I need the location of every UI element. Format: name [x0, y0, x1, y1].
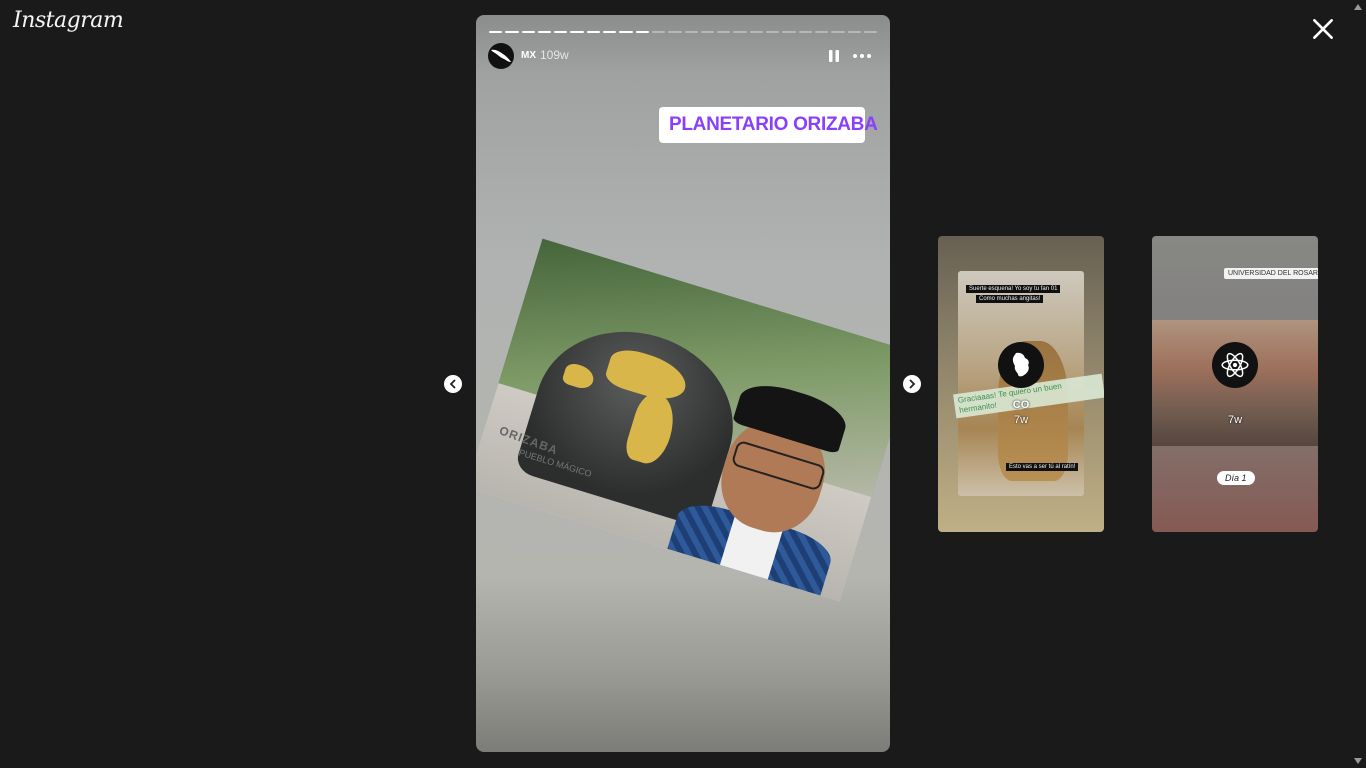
- pause-icon: [829, 50, 839, 62]
- close-button[interactable]: [1310, 16, 1336, 42]
- progress-segment: [505, 31, 519, 33]
- progress-segment: [489, 31, 503, 33]
- chevron-left-icon: [449, 379, 456, 389]
- progress-segment: [733, 31, 747, 33]
- scroll-up-arrow[interactable]: [1354, 4, 1362, 10]
- progress-segment: [603, 31, 617, 33]
- story-header: MX 109w: [488, 43, 878, 69]
- progress-segment: [635, 31, 649, 33]
- story-preview-2[interactable]: UNIVERSIDAD DEL ROSARIO 7w Día 1: [1152, 236, 1318, 532]
- progress-segment: [766, 31, 780, 33]
- progress-segment: [684, 31, 698, 33]
- avatar: [1212, 342, 1258, 388]
- progress-segment: [700, 31, 715, 33]
- more-icon: [853, 54, 871, 58]
- colombia-silhouette-icon: [1012, 352, 1029, 377]
- progress-segment: [863, 31, 878, 33]
- progress-segment: [814, 31, 829, 33]
- next-story-button[interactable]: [903, 375, 921, 393]
- preview-timestamp: 7w: [1013, 414, 1029, 426]
- chevron-right-icon: [909, 379, 916, 389]
- preview-timestamp: 7w: [1227, 414, 1243, 426]
- progress-segment: [570, 31, 584, 33]
- progress-segment: [717, 31, 731, 33]
- progress-segment: [831, 31, 845, 33]
- story-preview-1[interactable]: Suerte esquena! Yo soy tu fan 01 Como mu…: [938, 236, 1104, 532]
- progress-segment: [651, 31, 666, 33]
- story-username[interactable]: MX: [521, 50, 536, 61]
- story-photo: ORIZABA PUEBLO MÁGICO: [476, 238, 890, 602]
- previous-story-button[interactable]: [444, 375, 462, 393]
- progress-segment: [668, 31, 682, 33]
- location-sticker[interactable]: PLANETARIO ORIZABA: [659, 107, 878, 143]
- story-timestamp: 109w: [540, 48, 569, 62]
- instagram-logo[interactable]: Instagram: [13, 8, 124, 33]
- avatar[interactable]: [488, 43, 514, 69]
- story-viewer[interactable]: MX 109w PLANETARIO ORIZABA ORIZABA PUEBL…: [476, 15, 890, 752]
- progress-segment: [749, 31, 764, 33]
- progress-segment: [782, 31, 796, 33]
- more-options-button[interactable]: [852, 48, 872, 64]
- atom-icon: [1221, 352, 1249, 378]
- progress-segment: [619, 31, 633, 33]
- story-progress-bar: [489, 31, 878, 33]
- progress-segment: [798, 31, 812, 33]
- pause-button[interactable]: [826, 48, 842, 64]
- continent-shape: [561, 361, 597, 392]
- progress-segment: [521, 31, 535, 33]
- location-label: PLANETARIO ORIZABA: [669, 114, 878, 135]
- progress-segment: [847, 31, 861, 33]
- progress-segment: [586, 31, 601, 33]
- close-icon: [1313, 19, 1333, 39]
- progress-segment: [537, 31, 552, 33]
- mexico-silhouette-icon: [491, 49, 511, 62]
- progress-segment: [554, 31, 568, 33]
- preview-username: CO: [1012, 399, 1030, 411]
- continent-shape: [622, 389, 682, 469]
- scroll-down-arrow[interactable]: [1354, 758, 1362, 764]
- scrollbar[interactable]: [1350, 0, 1366, 768]
- preview-day-label: Día 1: [1217, 471, 1255, 485]
- avatar: [998, 342, 1044, 388]
